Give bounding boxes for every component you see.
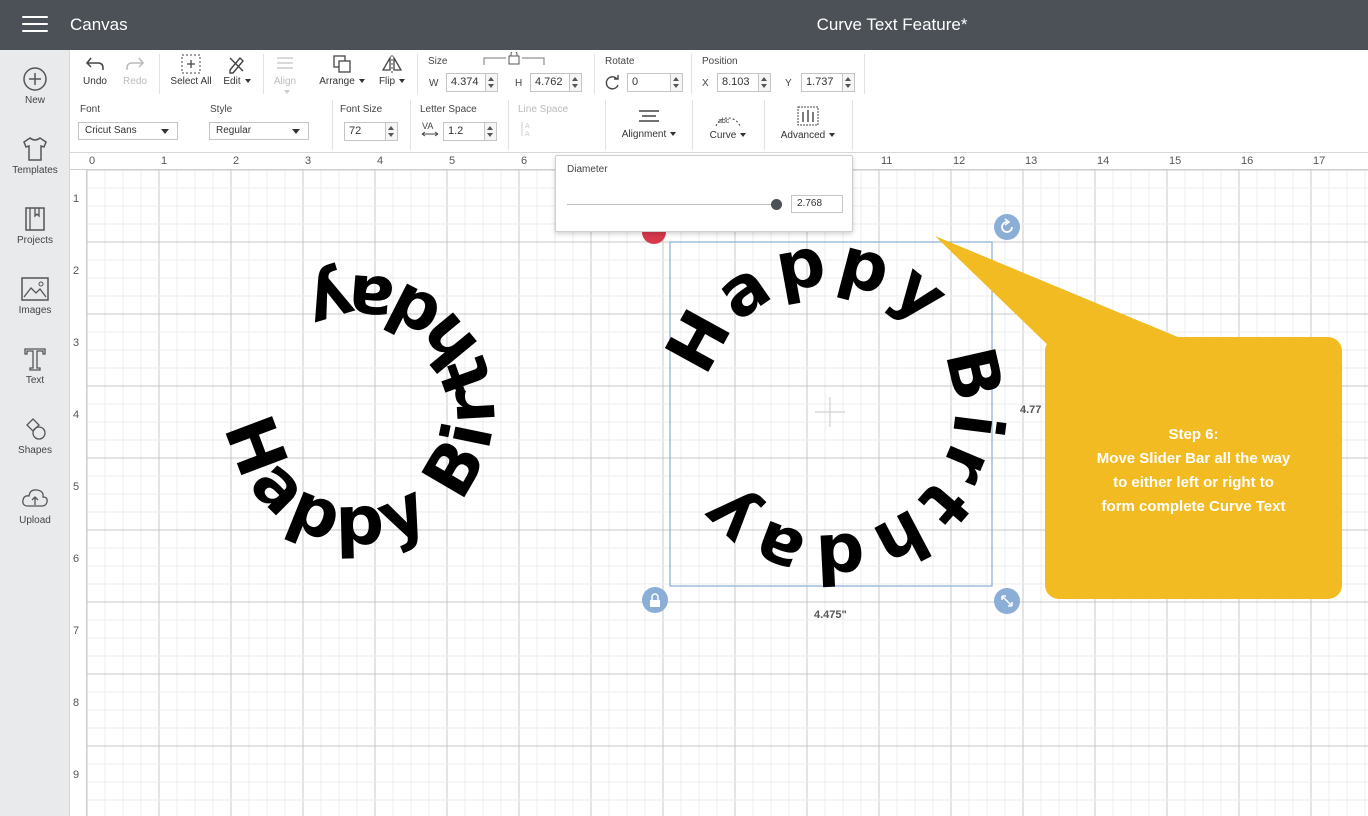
curved-text-left-content: Happy Birthday xyxy=(208,257,506,561)
diameter-label: Diameter xyxy=(567,164,608,175)
curved-text-right[interactable]: Happy Birthday xyxy=(651,221,1019,598)
diameter-slider-track[interactable] xyxy=(567,204,777,205)
diameter-input[interactable]: 2.768 xyxy=(791,195,843,213)
curved-text-right-content: Happy Birthday xyxy=(651,221,1013,598)
svg-text:Happy Birthday: Happy Birthday xyxy=(208,257,512,561)
svg-text:Happy Birthday: Happy Birthday xyxy=(651,221,1019,598)
center-crosshair xyxy=(815,397,845,427)
diameter-popup: Diameter 2.768 xyxy=(555,155,853,232)
curved-text-left[interactable]: Happy Birthday xyxy=(208,257,512,561)
height-dimension-label: 4.77 xyxy=(1020,404,1042,416)
callout-line: Step 6: xyxy=(1168,426,1219,443)
callout-text: Step 6: Move Slider Bar all the way to e… xyxy=(1045,423,1342,519)
diameter-slider-thumb[interactable] xyxy=(771,199,782,210)
width-dimension-label: 4.475" xyxy=(814,609,847,621)
rotate-handle-icon[interactable] xyxy=(994,214,1020,240)
callout-line: Move Slider Bar all the way xyxy=(1096,450,1291,467)
callout-line: form complete Curve Text xyxy=(1101,498,1286,515)
callout-line: to either left or right to xyxy=(1113,474,1274,491)
